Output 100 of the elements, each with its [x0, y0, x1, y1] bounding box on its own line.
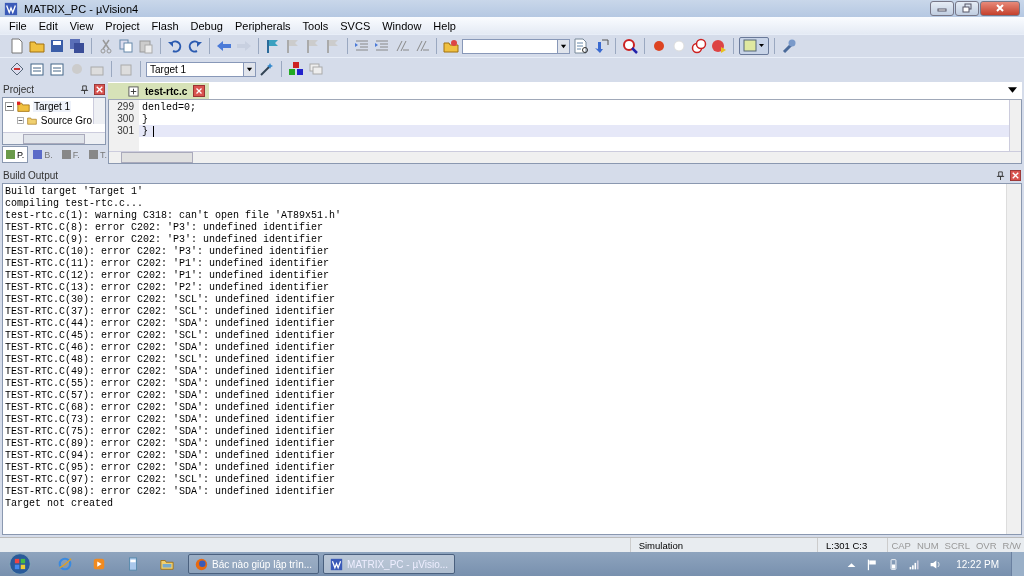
- close-button[interactable]: [980, 0, 1020, 16]
- back-arrow-icon[interactable]: [216, 38, 232, 54]
- start-button[interactable]: [6, 553, 34, 575]
- panel-tab[interactable]: P.: [2, 146, 29, 163]
- window-layout-button[interactable]: [739, 37, 769, 55]
- output-line: TEST-RTC.C(49): error C202: 'SDA': undefined identifier: [5, 366, 337, 378]
- indent-icon[interactable]: [354, 38, 370, 54]
- restore-button[interactable]: [955, 0, 979, 16]
- pin-icon[interactable]: [80, 85, 89, 94]
- output-line: TEST-RTC.C(73): error C202: 'SDA': undefined identifier: [5, 414, 337, 426]
- output-line: TEST-RTC.C(11): error C202: 'P1': undefined identifier: [5, 258, 331, 270]
- close-icon[interactable]: [94, 84, 105, 95]
- output-line: TEST-RTC.C(57): error C202: 'SDA': undefined identifier: [5, 390, 337, 402]
- menu-item[interactable]: View: [63, 19, 100, 32]
- document-search-icon[interactable]: [573, 38, 589, 54]
- output-line: Target not created: [5, 498, 115, 510]
- signal-icon[interactable]: [908, 557, 922, 571]
- undo-icon[interactable]: [167, 38, 183, 54]
- status-indicator: NUM: [915, 539, 940, 551]
- find-folder-icon[interactable]: [443, 38, 459, 54]
- breakpoint-blob-icon[interactable]: [711, 38, 727, 54]
- flag-icon[interactable]: [325, 38, 341, 54]
- menu-item[interactable]: Help: [427, 19, 462, 32]
- output-line: TEST-RTC.C(98): error C202: 'SDA': undefined identifier: [5, 486, 337, 498]
- dropdown-arrow-icon[interactable]: [1008, 87, 1017, 93]
- media-player-icon[interactable]: [92, 557, 106, 571]
- output-line: TEST-RTC.C(75): error C202: 'SDA': undefined identifier: [5, 426, 337, 438]
- vertical-scrollbar[interactable]: [1009, 100, 1021, 151]
- file-icon: [128, 85, 139, 97]
- menu-item[interactable]: File: [3, 19, 33, 32]
- cut-icon[interactable]: [98, 38, 114, 54]
- close-icon[interactable]: [193, 85, 206, 97]
- save-all-icon[interactable]: [69, 38, 85, 54]
- app-icon: [330, 557, 344, 571]
- menu-item[interactable]: Debug: [184, 19, 229, 32]
- target-select[interactable]: Target 1: [146, 61, 256, 77]
- save-icon[interactable]: [49, 38, 65, 54]
- expand-toggle-icon[interactable]: [5, 101, 14, 111]
- output-line: TEST-RTC.C(44): error C202: 'SDA': undefined identifier: [5, 318, 337, 330]
- magic-wand-icon[interactable]: [259, 61, 275, 77]
- vertical-scrollbar[interactable]: [1006, 184, 1021, 534]
- status-indicator: SCRL: [943, 539, 971, 551]
- menu-item[interactable]: Flash: [145, 19, 185, 32]
- close-icon[interactable]: [1010, 170, 1021, 181]
- panel-tab[interactable]: F.: [57, 146, 84, 163]
- menu-item[interactable]: Peripherals: [228, 19, 297, 32]
- menu-item[interactable]: Project: [99, 19, 146, 32]
- output-line: TEST-RTC.C(37): error C202: 'SCL': undefined identifier: [5, 306, 337, 318]
- menu-item[interactable]: SVCS: [334, 19, 377, 32]
- output-line: TEST-RTC.C(9): error C202: 'P3': undefined identifier: [5, 234, 325, 246]
- target-folder-icon: [17, 99, 30, 113]
- horizontal-scrollbar[interactable]: [109, 151, 1021, 163]
- output-line: TEST-RTC.C(95): error C202: 'SDA': undefined identifier: [5, 462, 337, 474]
- menu-item[interactable]: Window: [376, 19, 428, 32]
- redo-icon[interactable]: [187, 38, 203, 54]
- window-title: MATRIX_PC - µVision4: [24, 2, 139, 15]
- output-line: TEST-RTC.C(48): error C202: 'SCL': undefined identifier: [5, 354, 337, 366]
- output-line: TEST-RTC.C(97): error C202: 'SCL': undefined identifier: [5, 474, 337, 486]
- breakpoint-dot-icon[interactable]: [651, 38, 667, 54]
- code-line: denled=0;: [141, 101, 197, 113]
- code-line: }: [141, 113, 149, 125]
- minimize-button[interactable]: [930, 0, 954, 16]
- comment-icon[interactable]: [394, 38, 410, 54]
- expand-toggle-icon[interactable]: [17, 115, 24, 125]
- close-icon: [995, 3, 1005, 13]
- menu-item[interactable]: Edit: [32, 19, 64, 32]
- menu-item[interactable]: Tools: [296, 19, 335, 32]
- line-number: 300: [116, 113, 135, 125]
- pin-icon[interactable]: [996, 171, 1005, 180]
- comment-icon[interactable]: [414, 38, 430, 54]
- indent-icon[interactable]: [374, 38, 390, 54]
- tree-item[interactable]: Source Gro: [39, 114, 93, 126]
- output-line: TEST-RTC.C(68): error C202: 'SDA': undefined identifier: [5, 402, 337, 414]
- browser-icon[interactable]: [58, 557, 72, 571]
- flag-icon[interactable]: [305, 38, 321, 54]
- vertical-scrollbar[interactable]: [93, 98, 105, 124]
- magnifier-icon[interactable]: [622, 38, 638, 54]
- blocks-icon[interactable]: [288, 61, 304, 77]
- status-indicator: OVR: [974, 539, 998, 551]
- paste-icon[interactable]: [138, 38, 154, 54]
- output-line: TEST-RTC.C(45): error C202: 'SCL': undefined identifier: [5, 330, 337, 342]
- output-line: TEST-RTC.C(13): error C202: 'P2': undefined identifier: [5, 282, 331, 294]
- new-file-icon[interactable]: [9, 38, 25, 54]
- caret-icon: [246, 65, 253, 73]
- output-line: TEST-RTC.C(94): error C202: 'SDA': undefined identifier: [5, 450, 337, 462]
- show-desktop-button[interactable]: [1011, 552, 1024, 576]
- bookmark-flag-icon[interactable]: [265, 38, 281, 54]
- copy-icon[interactable]: [118, 38, 134, 54]
- output-line: TEST-RTC.C(46): error C202: 'SDA': undefined identifier: [5, 342, 337, 354]
- arrows-icon[interactable]: [593, 38, 609, 54]
- output-line: TEST-RTC.C(12): error C202: 'P1': undefined identifier: [5, 270, 331, 282]
- circles-icon[interactable]: [691, 38, 707, 54]
- file-tab[interactable]: test-rtc.c: [108, 83, 210, 99]
- output-line: TEST-RTC.C(89): error C202: 'SDA': undefined identifier: [5, 438, 337, 450]
- caret-icon: [560, 42, 567, 50]
- horizontal-scrollbar[interactable]: [3, 132, 105, 144]
- panel-tab[interactable]: T.: [84, 146, 111, 163]
- folder-icon[interactable]: [160, 557, 174, 571]
- restore-icon: [962, 3, 972, 13]
- tree-item[interactable]: Target 1: [33, 100, 72, 112]
